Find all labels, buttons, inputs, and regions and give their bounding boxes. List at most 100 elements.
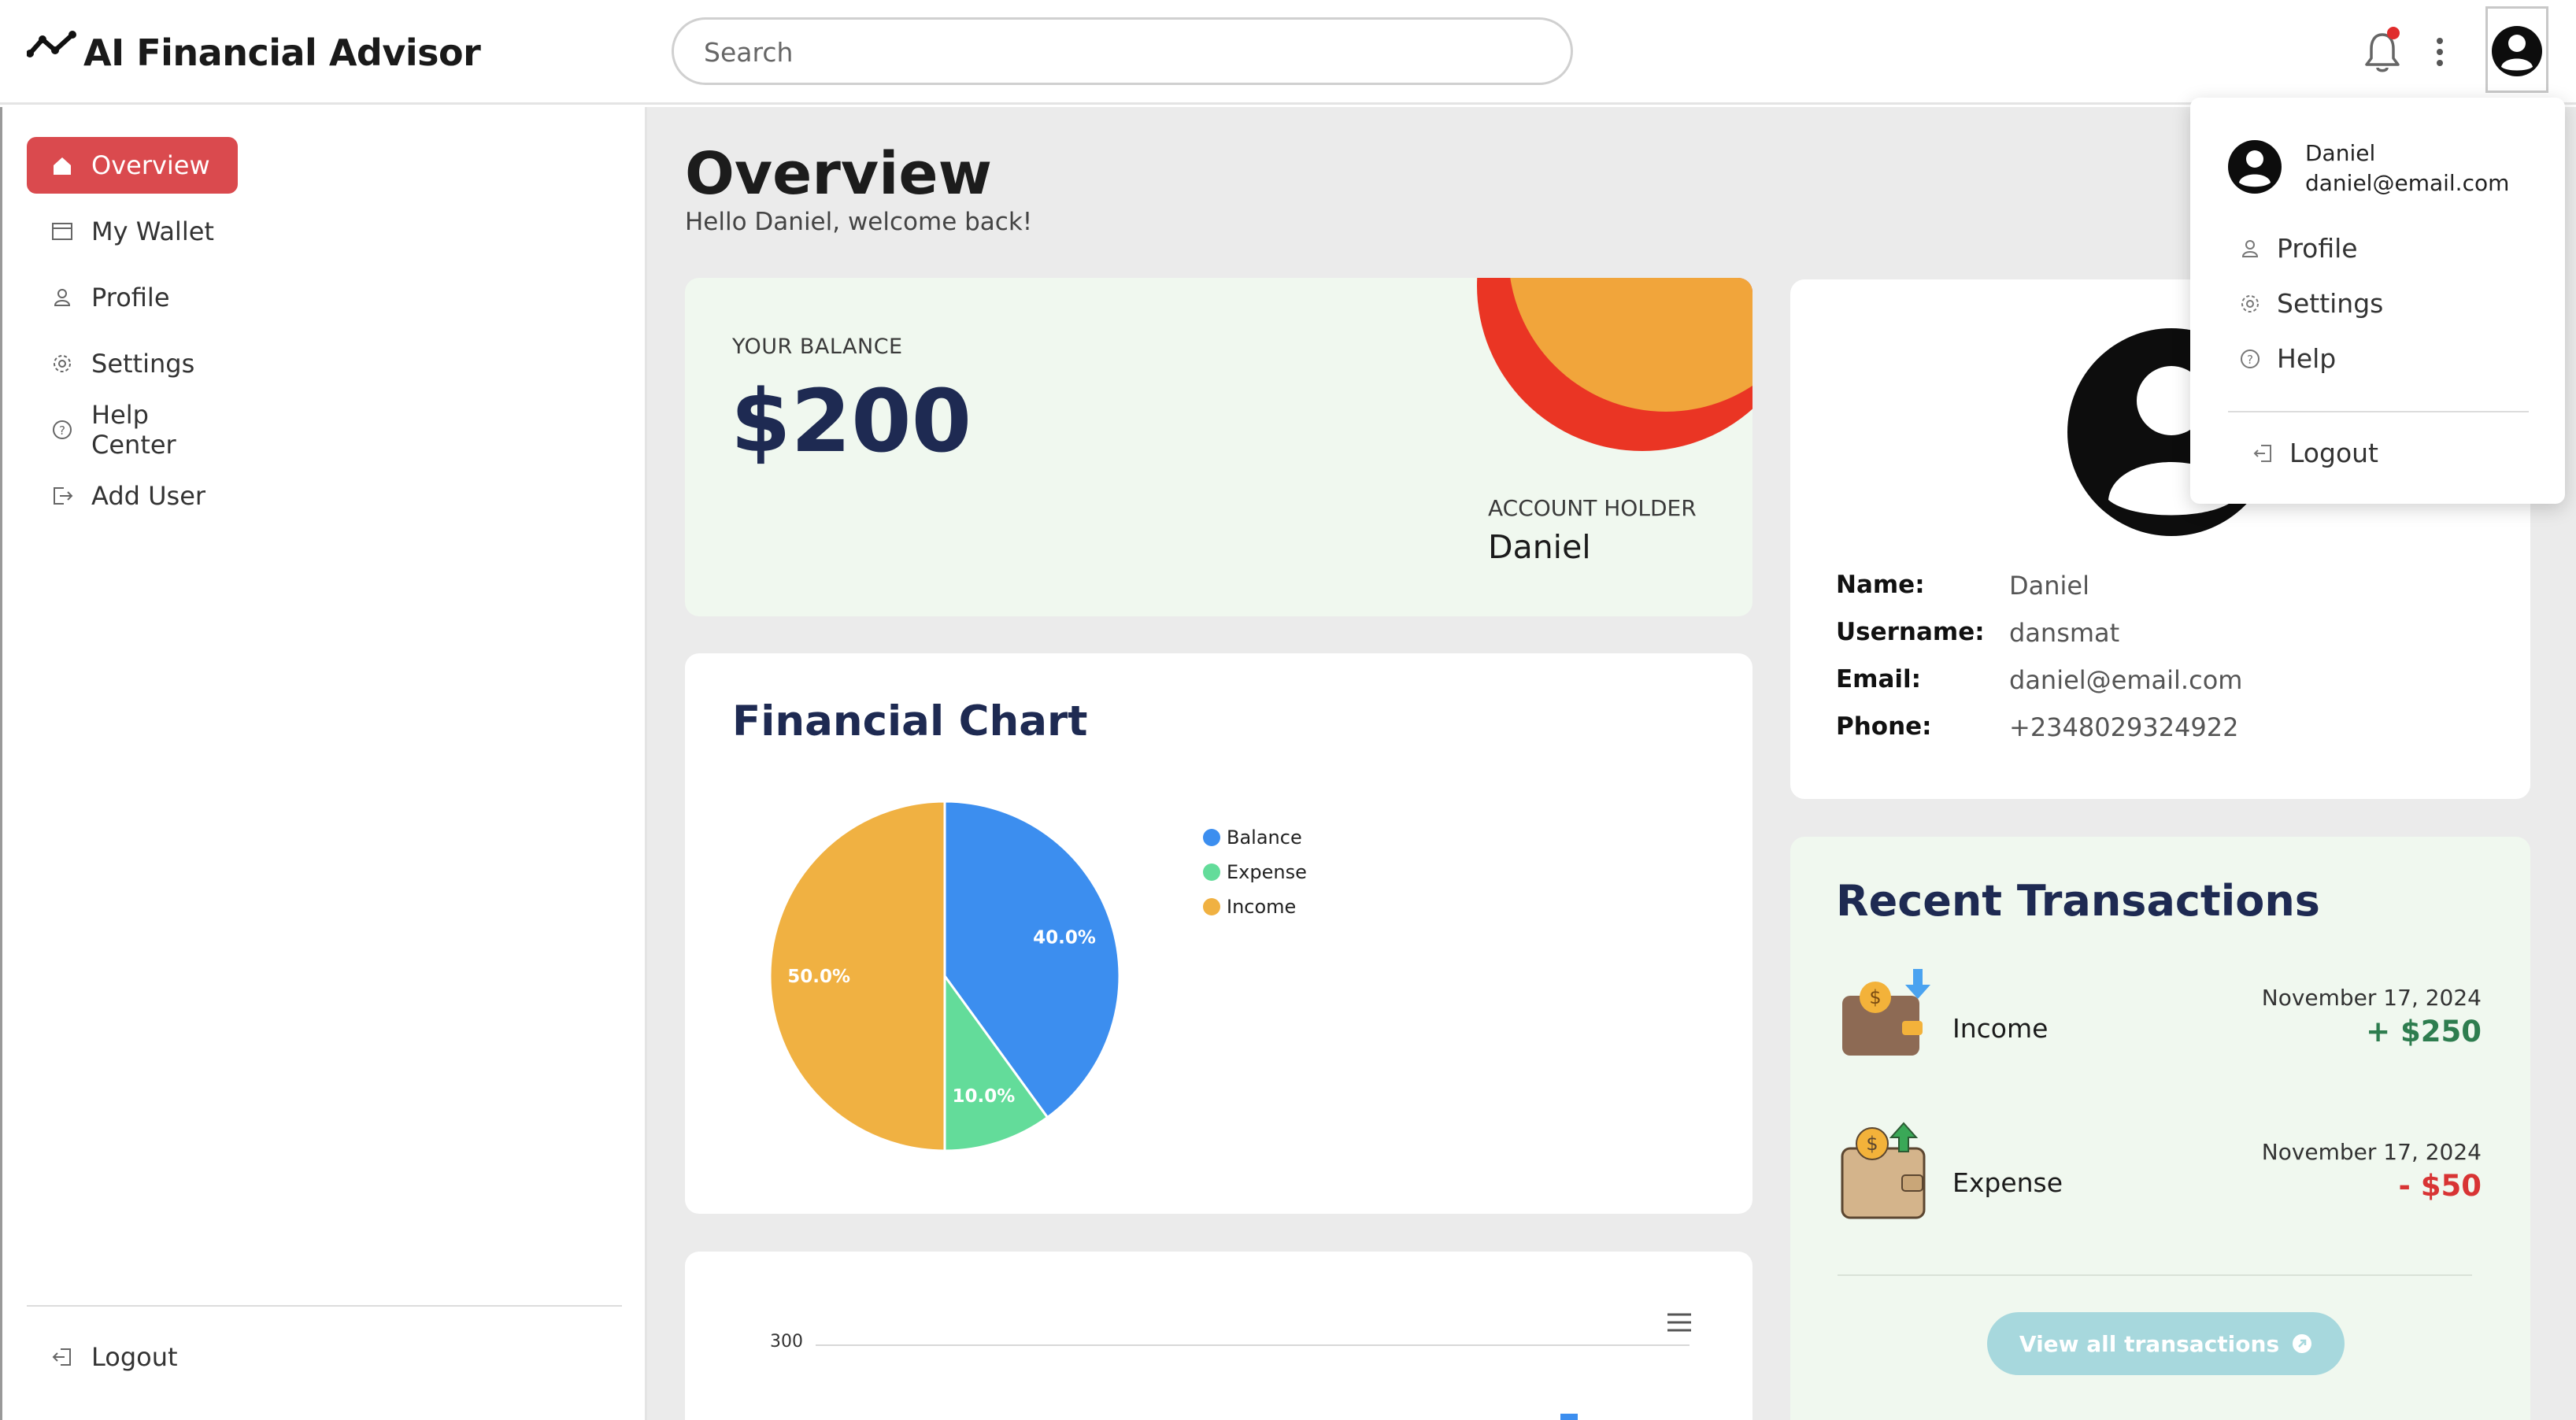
- chart-menu-icon[interactable]: [1666, 1311, 1693, 1333]
- legend-label: Balance: [1227, 826, 1302, 849]
- transaction-type: Income: [1952, 1013, 2049, 1044]
- transactions-divider: [1838, 1274, 2472, 1276]
- search-bar[interactable]: [672, 17, 1573, 85]
- help-icon: ?: [2241, 349, 2260, 368]
- legend-label: Expense: [1227, 861, 1307, 883]
- search-input[interactable]: [704, 34, 1538, 70]
- user-dropdown-menu: Daniel daniel@email.com Profile Settings…: [2190, 98, 2565, 504]
- dropdown-item-label: Help: [2277, 343, 2337, 374]
- dropdown-user-email: daniel@email.com: [2305, 170, 2510, 196]
- y-tick-label: 300: [770, 1332, 803, 1352]
- sidebar-item-label: Overview: [91, 150, 210, 180]
- gridline: [816, 1344, 1690, 1346]
- top-bar: AI Financial Advisor: [0, 0, 2576, 105]
- user-icon: [54, 289, 71, 306]
- bar-mark: [1560, 1414, 1578, 1420]
- profile-field-value: dansmat: [2009, 618, 2120, 648]
- balance-label: YOUR BALANCE: [732, 335, 903, 359]
- pie-chart: 40.0% 10.0% 50.0%: [768, 800, 1121, 1152]
- home-icon: [54, 157, 71, 175]
- dropdown-logout-button[interactable]: Logout: [2252, 438, 2378, 468]
- transactions-title: Recent Transactions: [1836, 876, 2320, 926]
- wallet-income-icon: $: [1842, 969, 1930, 1056]
- sidebar-logout-button[interactable]: Logout: [27, 1329, 238, 1385]
- legend-item-income[interactable]: Income: [1203, 896, 1307, 918]
- chart-legend: Balance Expense Income: [1203, 826, 1307, 918]
- legend-swatch: [1203, 898, 1220, 915]
- sidebar-item-help-center[interactable]: ? Help Center: [27, 400, 238, 460]
- legend-swatch: [1203, 829, 1220, 846]
- welcome-subtitle: Hello Daniel, welcome back!: [685, 208, 1033, 236]
- app-title: AI Financial Advisor: [83, 31, 481, 74]
- legend-item-balance[interactable]: Balance: [1203, 826, 1307, 849]
- svg-text:?: ?: [59, 423, 65, 438]
- dropdown-avatar-icon: [2228, 140, 2282, 194]
- balance-value: $200: [731, 371, 972, 471]
- transaction-amount: - $50: [2398, 1169, 2482, 1203]
- legend-label: Income: [1227, 896, 1297, 918]
- chart-title: Financial Chart: [732, 697, 1088, 745]
- profile-field-value: +2348029324922: [2009, 712, 2239, 742]
- logout-icon: [2253, 444, 2271, 462]
- page-title: Overview: [685, 140, 992, 208]
- dropdown-item-label: Profile: [2277, 233, 2358, 264]
- view-all-transactions-button[interactable]: View all transactions: [1987, 1312, 2345, 1375]
- user-avatar-button[interactable]: [2485, 6, 2548, 93]
- transaction-date: November 17, 2024: [2261, 985, 2482, 1011]
- profile-field-label: Email:: [1836, 665, 1922, 693]
- transaction-row[interactable]: $ Income November 17, 2024 + $250: [1836, 966, 2482, 1060]
- bar-chart-card: 300: [685, 1252, 1752, 1420]
- sidebar-item-settings[interactable]: Settings: [27, 335, 238, 392]
- gear-icon: [54, 355, 71, 372]
- transaction-type: Expense: [1952, 1167, 2063, 1198]
- view-all-label: View all transactions: [2019, 1330, 2280, 1357]
- svg-text:$: $: [1866, 1133, 1878, 1155]
- recent-transactions-card: Recent Transactions $ Income November 17…: [1790, 837, 2530, 1420]
- wallet-expense-icon: $: [1841, 1122, 1926, 1219]
- dropdown-logout-label: Logout: [2289, 438, 2378, 468]
- profile-field-value: Daniel: [2009, 571, 2089, 601]
- profile-field-label: Username:: [1836, 618, 1985, 646]
- account-holder-label: ACCOUNT HOLDER: [1488, 495, 1697, 521]
- pie-data-label: 50.0%: [787, 967, 850, 987]
- logout-icon: [52, 1348, 71, 1366]
- add-user-icon: [54, 487, 73, 505]
- sidebar-item-label: Settings: [91, 349, 195, 379]
- trend-logo-icon: [27, 31, 76, 57]
- account-holder-name: Daniel: [1488, 528, 1591, 566]
- sidebar-item-my-wallet[interactable]: My Wallet: [27, 203, 238, 260]
- help-icon: ?: [53, 420, 72, 439]
- transaction-row[interactable]: $ Expense November 17, 2024 - $50: [1836, 1120, 2482, 1222]
- sidebar-item-profile[interactable]: Profile: [27, 269, 238, 326]
- avatar-icon: [2492, 26, 2542, 76]
- profile-field-value: daniel@email.com: [2009, 665, 2243, 695]
- dropdown-item-profile[interactable]: Profile: [2239, 233, 2358, 264]
- balance-card: YOUR BALANCE $200 ACCOUNT HOLDER Daniel: [685, 278, 1752, 616]
- transaction-date: November 17, 2024: [2261, 1139, 2482, 1165]
- legend-item-expense[interactable]: Expense: [1203, 861, 1307, 883]
- financial-chart-card: Financial Chart 40.0% 10.0% 50.0% Balance …: [685, 653, 1752, 1214]
- wallet-icon: [52, 223, 72, 240]
- user-icon: [2241, 239, 2259, 257]
- dropdown-item-label: Settings: [2277, 288, 2384, 319]
- legend-swatch: [1203, 863, 1220, 881]
- dropdown-item-settings[interactable]: Settings: [2239, 288, 2383, 319]
- dropdown-user-name: Daniel: [2305, 140, 2376, 166]
- gear-icon: [2241, 294, 2259, 312]
- logout-label: Logout: [91, 1342, 178, 1372]
- dropdown-divider: [2228, 411, 2529, 412]
- profile-field-label: Phone:: [1836, 712, 1932, 741]
- pie-data-label: 40.0%: [1033, 928, 1096, 949]
- more-options-icon[interactable]: [2428, 30, 2452, 74]
- profile-details: Name: Daniel Username: dansmat Email: da…: [1836, 571, 2482, 742]
- svg-text:$: $: [1869, 986, 1881, 1008]
- sidebar-item-label: Help Center: [91, 400, 176, 460]
- dropdown-item-help[interactable]: ? Help: [2239, 343, 2336, 374]
- sidebar-item-add-user[interactable]: Add User: [27, 468, 238, 524]
- arrow-circle-icon: [2293, 1334, 2312, 1353]
- profile-field-label: Name:: [1836, 571, 1925, 599]
- sidebar-item-overview[interactable]: Overview: [27, 137, 238, 194]
- notification-dot: [2387, 27, 2400, 39]
- pie-data-label: 10.0%: [952, 1086, 1015, 1107]
- sidebar-divider: [27, 1305, 622, 1307]
